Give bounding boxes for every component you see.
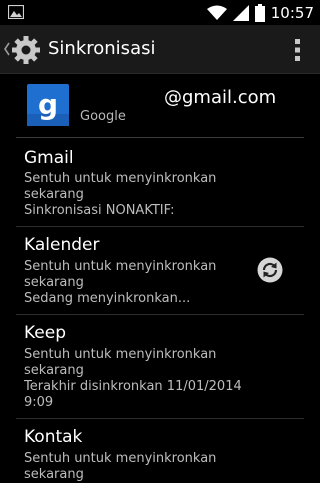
sync-item-status: Terakhir disinkronkan 11/01/2014 9:09: [24, 379, 242, 410]
sync-item-status: Sedang menyinkronkan...: [24, 291, 191, 306]
account-type: Google: [80, 109, 126, 124]
sync-item-subtitle: Sentuh untuk menyinkronkan sekarang: [24, 451, 217, 482]
wifi-icon: [206, 5, 227, 20]
sync-item-kontak[interactable]: Kontak Sentuh untuk menyinkronkan sekara…: [0, 419, 320, 482]
sync-item-gmail[interactable]: Gmail Sentuh untuk menyinkronkan sekaran…: [0, 139, 320, 227]
sync-item-keep[interactable]: Keep Sentuh untuk menyinkronkan sekarang…: [0, 315, 320, 419]
up-caret-icon[interactable]: [3, 41, 11, 57]
google-logo-icon: g: [27, 84, 69, 126]
sync-item-subtitle: Sentuh untuk menyinkronkan sekarang: [24, 347, 217, 378]
page-title: Sinkronisasi: [48, 38, 156, 59]
svg-text:g: g: [38, 88, 58, 121]
divider: [16, 137, 304, 138]
battery-icon: [254, 3, 265, 22]
sync-item-subtitle: Sentuh untuk menyinkronkan sekarang: [24, 259, 217, 290]
status-time: 10:57: [270, 3, 314, 22]
image-notification-icon: [8, 5, 24, 19]
sync-item-subtitle: Sentuh untuk menyinkronkan sekarang: [24, 171, 217, 202]
sync-item-status: Sinkronisasi NONAKTIF:: [24, 203, 175, 218]
account-email: @gmail.com: [164, 87, 277, 108]
overflow-menu-icon[interactable]: [294, 38, 302, 62]
sync-item-title: Kalender: [24, 235, 100, 255]
account-header: g @gmail.com Google: [0, 73, 320, 139]
sync-item-title: Gmail: [24, 148, 74, 168]
status-bar: 10:57: [0, 0, 320, 25]
sync-item-title: Kontak: [24, 427, 83, 447]
settings-gear-icon[interactable]: [11, 35, 41, 65]
cell-signal-icon: [232, 4, 249, 21]
action-bar: Sinkronisasi: [0, 25, 320, 74]
sync-icon: [257, 257, 283, 283]
sync-item-title: Keep: [24, 323, 67, 343]
